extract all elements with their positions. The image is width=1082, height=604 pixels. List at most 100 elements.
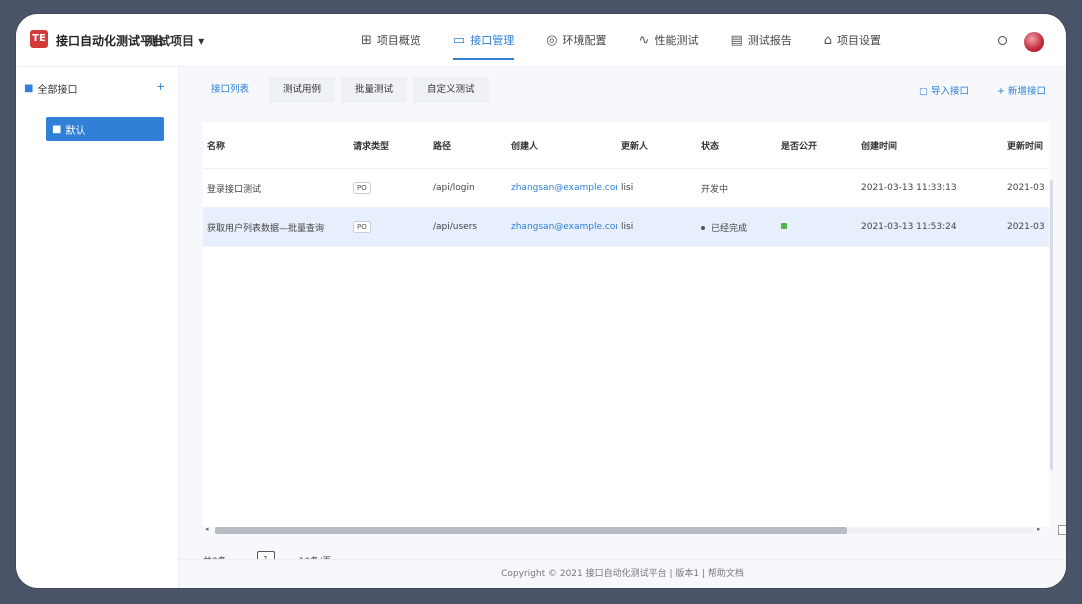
plus-icon: +	[997, 86, 1005, 97]
column-header[interactable]: 状态	[697, 122, 777, 169]
add-interface-button[interactable]: + 新增接口	[997, 83, 1046, 97]
tab-1[interactable]: 测试用例	[269, 77, 336, 103]
nav-item-0[interactable]: ⊞ 项目概览	[361, 14, 421, 66]
nav-item-label: 性能测试	[654, 34, 699, 47]
column-header[interactable]: 更新人	[617, 122, 697, 169]
cell-created: 2021-03-13 11:33:13	[857, 168, 1003, 208]
main-content: 接口列表 测试用例 批量测试 自定义测试 ▢ 导入接口 + 新增接口 名称 请求类型 路径…	[179, 67, 1066, 588]
cell-path: /api/users	[429, 207, 507, 247]
nav-item-label: 接口管理	[470, 34, 515, 47]
import-interface-button[interactable]: ▢ 导入接口	[919, 83, 969, 97]
sidebar-root-label: 全部接口	[37, 85, 78, 96]
tab-2[interactable]: 批量测试	[341, 77, 408, 103]
scroll-left-arrow-icon[interactable]: ◂	[205, 525, 209, 533]
home-icon: ⌂	[823, 32, 833, 48]
cell-status: 开发中	[697, 168, 777, 208]
cell-creator: zhangsan@example.com	[507, 207, 617, 247]
cell-name: 获取用户列表数据—批量查询	[203, 207, 349, 247]
interface-table: 名称 请求类型 路径 创建人 更新人 状态 是否公开 创建时间 更新时间 登录接口测试 PO/ap…	[203, 122, 1049, 527]
vertical-scroll-thumb[interactable]	[1050, 180, 1053, 470]
project-selector[interactable]: 测试项目 ▾	[146, 32, 204, 49]
add-folder-button[interactable]: +	[156, 80, 165, 93]
tab-bar: 接口列表 测试用例 批量测试 自定义测试	[197, 77, 495, 103]
grid-icon: ⊞	[361, 32, 372, 48]
tab-0[interactable]: 接口列表	[197, 77, 264, 103]
nav-item-label: 项目设置	[837, 34, 882, 47]
scroll-corner	[1058, 525, 1066, 535]
folder-icon: ■	[52, 123, 62, 135]
pin-icon: ◎	[546, 32, 558, 48]
sidebar: ■ 全部接口 + ■ 默认	[16, 67, 179, 588]
interface-name[interactable]: 登录接口测试	[207, 185, 261, 195]
sidebar-root-folder[interactable]: ■ 全部接口	[24, 81, 77, 96]
vertical-scrollbar[interactable]	[1049, 122, 1055, 527]
column-header[interactable]: 更新时间	[1003, 122, 1049, 169]
app-window: TE 接口自动化测试平台 测试项目 ▾ ⊞ 项目概览 ▭ 接口管理 ◎ 环境配置 ∿ 性能测试…	[16, 14, 1066, 588]
path-text: /api/login	[433, 183, 475, 193]
updated-time: 2021-03	[1007, 183, 1045, 193]
import-icon: ▢	[919, 86, 928, 97]
table-row[interactable]: 登录接口测试 PO/api/login zhangsan@example.com li…	[203, 168, 1049, 208]
folder-icon: ■	[24, 83, 34, 94]
cell-updated: 2021-03	[1003, 168, 1049, 208]
created-time: 2021-03-13 11:33:13	[861, 183, 957, 193]
creator-link[interactable]: zhangsan@example.com	[511, 222, 617, 232]
column-header[interactable]: 创建时间	[857, 122, 1003, 169]
updated-time: 2021-03	[1007, 222, 1045, 232]
nav-item-3[interactable]: ∿ 性能测试	[639, 14, 699, 66]
footer: Copyright © 2021 接口自动化测试平台 | 版本1 | 帮助文档	[179, 559, 1066, 588]
method-tag: PO	[353, 221, 371, 233]
horizontal-scroll-thumb[interactable]	[215, 527, 847, 534]
status-text: 已经完成	[711, 223, 748, 234]
import-label: 导入接口	[931, 86, 970, 97]
cell-created: 2021-03-13 11:53:24	[857, 207, 1003, 247]
nav-item-label: 项目概览	[376, 34, 421, 47]
column-header[interactable]: 创建人	[507, 122, 617, 169]
add-interface-label: 新增接口	[1008, 86, 1047, 97]
folder-icon: ▭	[452, 32, 466, 48]
table-header-row: 名称 请求类型 路径 创建人 更新人 状态 是否公开 创建时间 更新时间	[203, 122, 1049, 169]
created-time: 2021-03-13 11:53:24	[861, 222, 957, 232]
status-dot-icon	[701, 226, 705, 230]
notification-icon[interactable]	[998, 36, 1007, 45]
sidebar-item-default[interactable]: ■ 默认	[46, 117, 164, 141]
column-header[interactable]: 是否公开	[777, 122, 857, 169]
cell-creator: zhangsan@example.com	[507, 168, 617, 208]
cell-updater: lisi	[617, 207, 697, 247]
cell-path: /api/login	[429, 168, 507, 208]
cell-method: PO	[349, 207, 429, 247]
main-nav: ⊞ 项目概览 ▭ 接口管理 ◎ 环境配置 ∿ 性能测试 ▤ 测试报告 ⌂ 项目设置	[361, 14, 913, 66]
updater-text: lisi	[621, 183, 634, 193]
app-logo: TE	[30, 30, 48, 48]
interface-name[interactable]: 获取用户列表数据—批量查询	[207, 224, 324, 234]
table-row[interactable]: 获取用户列表数据—批量查询 PO/api/users zhangsan@exampl…	[203, 207, 1049, 247]
cell-method: PO	[349, 168, 429, 208]
status-text: 开发中	[701, 184, 729, 195]
creator-link[interactable]: zhangsan@example.com	[511, 183, 617, 193]
tab-3[interactable]: 自定义测试	[413, 77, 489, 103]
nav-item-label: 测试报告	[747, 34, 792, 47]
avatar[interactable]	[1024, 32, 1044, 52]
report-icon: ▤	[730, 32, 743, 48]
path-text: /api/users	[433, 222, 478, 232]
nav-item-5[interactable]: ⌂ 项目设置	[824, 14, 881, 66]
column-header[interactable]: 名称	[203, 122, 349, 169]
pulse-icon: ∿	[638, 32, 650, 48]
nav-item-2[interactable]: ◎ 环境配置	[546, 14, 606, 66]
column-header[interactable]: 路径	[429, 122, 507, 169]
cell-public	[777, 168, 857, 208]
project-name: 测试项目	[146, 34, 195, 48]
nav-item-4[interactable]: ▤ 测试报告	[730, 14, 791, 66]
column-header[interactable]: 请求类型	[349, 122, 429, 169]
chevron-down-icon: ▾	[198, 34, 205, 48]
cell-public	[777, 207, 857, 247]
horizontal-scrollbar[interactable]: ◂ ▸	[203, 525, 1049, 535]
cell-updater: lisi	[617, 168, 697, 208]
cell-name: 登录接口测试	[203, 168, 349, 208]
nav-item-1[interactable]: ▭ 接口管理	[452, 14, 515, 66]
top-header: TE 接口自动化测试平台 测试项目 ▾ ⊞ 项目概览 ▭ 接口管理 ◎ 环境配置 ∿ 性能测试…	[16, 14, 1066, 67]
scroll-right-arrow-icon[interactable]: ▸	[1037, 525, 1041, 533]
cell-updated: 2021-03	[1003, 207, 1049, 247]
sidebar-item-label: 默认	[65, 125, 86, 137]
public-indicator-icon	[781, 223, 787, 229]
